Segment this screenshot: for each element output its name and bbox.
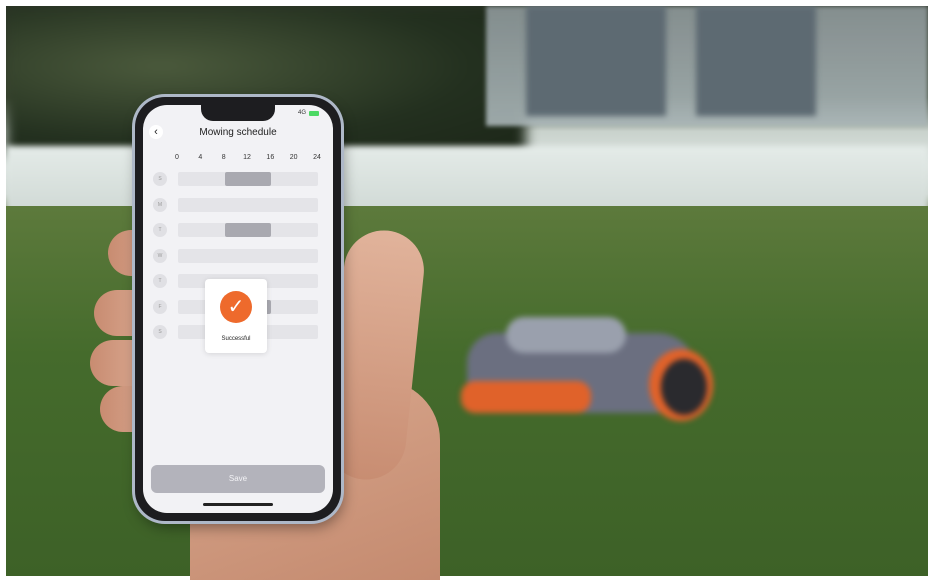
- network-label: 4G: [297, 110, 306, 116]
- hour-axis: 0 4 8 12 16 20 24: [175, 154, 327, 164]
- schedule-row[interactable]: T: [153, 222, 329, 238]
- scheduled-slot[interactable]: [224, 223, 272, 237]
- smartphone: 4G ‹ Mowing schedule 0 4 8 12 16 20 24 SMTWTFS…: [135, 97, 341, 521]
- schedule-row[interactable]: M: [153, 197, 329, 213]
- day-label: T: [153, 274, 167, 288]
- hour-tick: 4: [198, 154, 203, 161]
- schedule-track[interactable]: [178, 172, 318, 186]
- schedule-row[interactable]: S: [153, 171, 329, 187]
- day-label: M: [153, 197, 167, 212]
- page-title: Mowing schedule: [199, 127, 277, 138]
- checkmark-icon: ✓: [220, 291, 252, 323]
- day-label: W: [153, 248, 167, 263]
- schedule-track[interactable]: [178, 197, 318, 212]
- background-window: [696, 6, 816, 116]
- day-label: T: [153, 223, 167, 237]
- robot-lawn-mower: [461, 311, 721, 426]
- phone-notch: [201, 105, 275, 121]
- home-indicator: [203, 503, 273, 506]
- day-label: S: [153, 325, 167, 339]
- day-label: S: [153, 172, 167, 186]
- hour-tick: 24: [313, 154, 321, 161]
- app-screen: 4G ‹ Mowing schedule 0 4 8 12 16 20 24 SMTWTFS…: [143, 105, 333, 513]
- scheduled-slot[interactable]: [224, 172, 272, 186]
- hour-tick: 16: [266, 154, 275, 161]
- hour-tick: 8: [221, 154, 226, 161]
- background-window: [526, 6, 666, 116]
- status-bar: 4G: [298, 110, 319, 116]
- day-label: F: [153, 299, 167, 314]
- schedule-row[interactable]: W: [153, 248, 329, 264]
- toast-label: Successful: [221, 336, 251, 342]
- hour-tick: 20: [289, 154, 298, 161]
- schedule-track[interactable]: [178, 223, 318, 237]
- battery-icon: [309, 110, 319, 116]
- save-button[interactable]: Save: [151, 465, 325, 493]
- hour-tick: 12: [243, 154, 251, 161]
- hour-tick: 0: [175, 154, 179, 161]
- success-toast: ✓ Successful: [205, 279, 267, 353]
- schedule-track[interactable]: [178, 248, 318, 263]
